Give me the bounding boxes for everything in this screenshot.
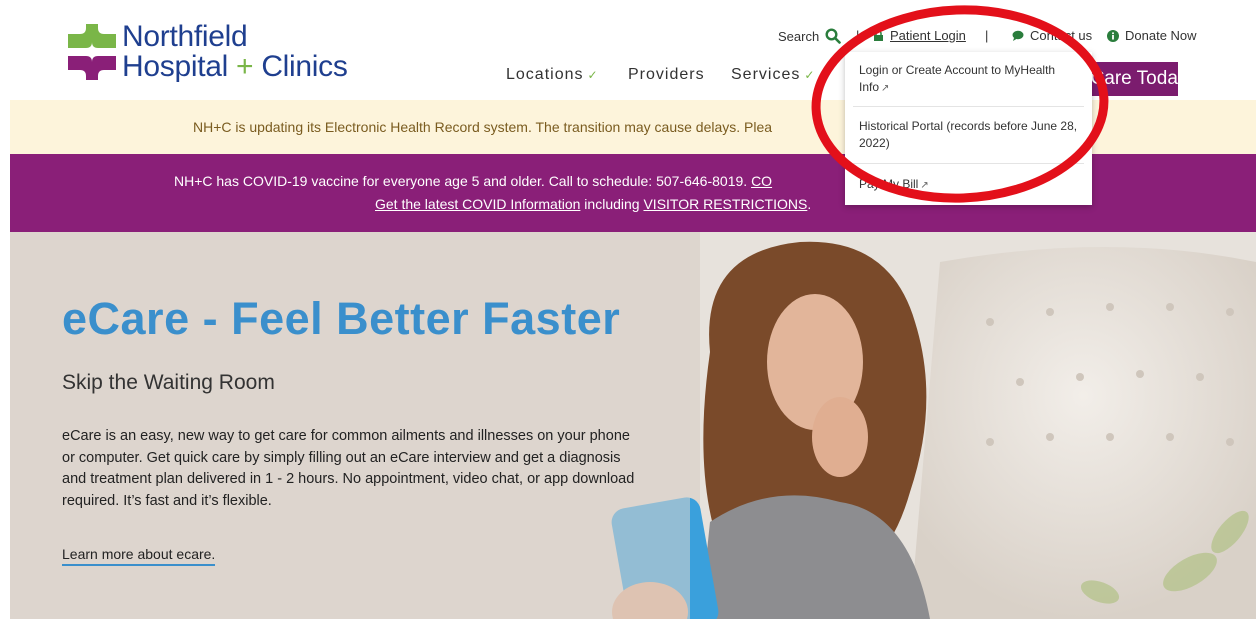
nav-providers-label: Providers: [628, 66, 705, 83]
covid-end-text: .: [807, 196, 812, 212]
chevron-down-icon: ✓: [587, 68, 599, 82]
dropdown-item-myhealth[interactable]: Login or Create Account to MyHealth Info…: [859, 62, 1084, 97]
ecare-today-label: eCare Today: [1080, 68, 1178, 89]
external-link-icon: ↗: [920, 180, 929, 191]
dropdown-item-pay-bill[interactable]: Pay My Bill ↗: [859, 176, 1084, 194]
ehr-alert-text: NH+C is updating its Electronic Health R…: [193, 119, 773, 135]
covid-alert-text: NH+C has COVID-19 vaccine for everyone a…: [174, 173, 748, 189]
nav-providers[interactable]: Providers: [628, 66, 705, 84]
covid-mid-text: including: [580, 196, 644, 212]
search-icon: [825, 28, 842, 44]
dropdown-item-historical-portal[interactable]: Historical Portal (records before June 2…: [859, 118, 1084, 152]
learn-more-link[interactable]: Learn more about ecare.: [62, 546, 216, 566]
chat-bubble-icon: [1012, 30, 1024, 41]
covid-alert-line1: NH+C has COVID-19 vaccine for everyone a…: [174, 173, 772, 189]
nav-locations-label: Locations: [506, 66, 584, 83]
nav-locations[interactable]: Locations ✓: [506, 66, 599, 84]
search-label: Search: [778, 28, 820, 44]
hero-subtitle: Skip the Waiting Room: [62, 371, 275, 394]
info-icon: [1107, 29, 1119, 42]
utility-divider: |: [856, 28, 860, 43]
search-link[interactable]: Search: [778, 28, 842, 44]
patient-login-link[interactable]: Patient Login: [873, 28, 966, 43]
patient-login-label: Patient Login: [890, 28, 966, 43]
logo-clinics: Clinics: [261, 50, 348, 83]
hero-title: eCare - Feel Better Faster: [62, 293, 621, 344]
nav-services-label: Services: [731, 66, 801, 83]
patient-login-dropdown: Login or Create Account to MyHealth Info…: [845, 52, 1092, 205]
external-link-icon: ↗: [881, 83, 890, 94]
hero-body: eCare is an easy, new way to get care fo…: [62, 428, 635, 509]
dropdown-item-pay-bill-label: Pay My Bill: [859, 177, 919, 191]
covid-alert-line2: Get the latest COVID Information includi…: [375, 196, 811, 212]
logo-line2: Hospital + Clinics: [122, 52, 348, 82]
covid-alert-link[interactable]: CO: [751, 173, 772, 189]
logo-hospital: Hospital: [122, 50, 228, 83]
contact-label: Contact us: [1030, 28, 1093, 43]
donate-link[interactable]: Donate Now: [1107, 28, 1197, 43]
utility-bar: Search | Patient Login | Contact us Dona…: [0, 28, 1256, 48]
dropdown-divider: [853, 163, 1084, 164]
chevron-down-icon: ✓: [804, 68, 816, 82]
dropdown-item-historical-label: Historical Portal (records before June 2…: [859, 119, 1078, 150]
utility-divider-2: |: [985, 28, 989, 43]
visitor-restrictions-link[interactable]: VISITOR RESTRICTIONS: [643, 196, 807, 212]
donate-label: Donate Now: [1125, 28, 1197, 43]
covid-info-link[interactable]: Get the latest COVID Information: [375, 196, 580, 212]
logo-plus: +: [236, 50, 254, 83]
lock-icon: [874, 30, 883, 41]
contact-link[interactable]: Contact us: [1012, 28, 1092, 43]
dropdown-divider: [853, 106, 1084, 107]
nav-services[interactable]: Services ✓: [731, 66, 815, 84]
